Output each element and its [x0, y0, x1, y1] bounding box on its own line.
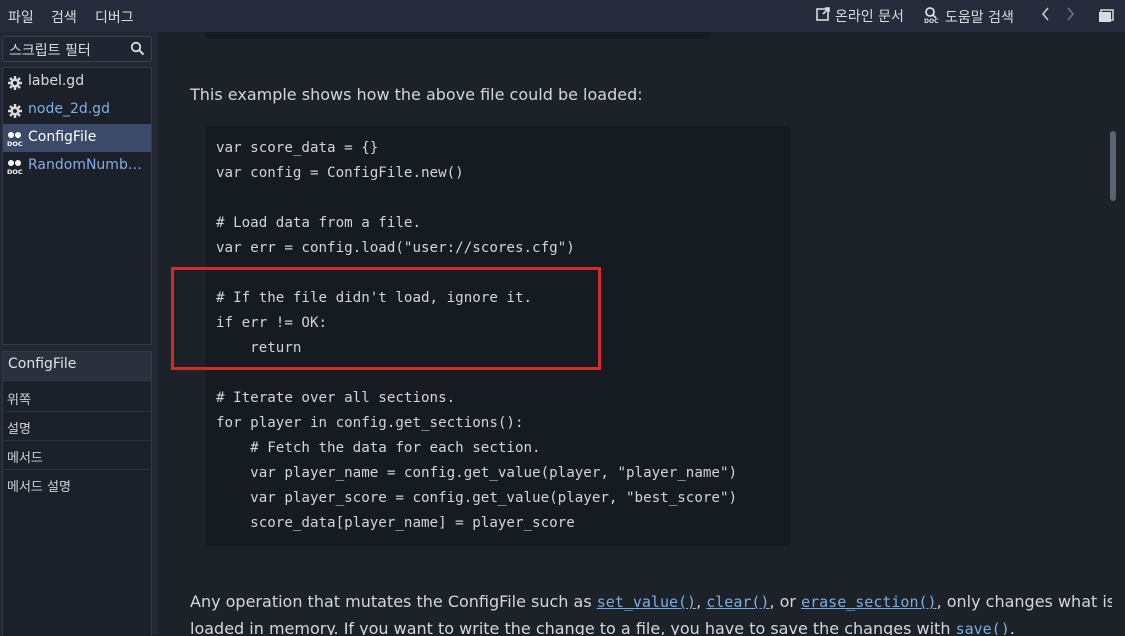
- svg-text:DOC: DOC: [7, 168, 23, 175]
- gear-icon: [7, 75, 23, 91]
- script-item-label-gd[interactable]: label.gd: [3, 68, 151, 96]
- script-item-randomnumbergenerator[interactable]: DOC RandomNumberGenerator: [3, 152, 151, 180]
- outline-title-label: ConfigFile: [8, 356, 77, 372]
- divider: [3, 440, 151, 441]
- outline-title: ConfigFile: [2, 351, 152, 379]
- online-docs-label: 온라인 문서: [835, 9, 904, 25]
- outline-item-methods[interactable]: 메서드: [7, 447, 43, 466]
- doc-paragraph-intro: This example shows how the above file co…: [190, 85, 643, 104]
- gear-icon: [7, 103, 23, 119]
- link-clear[interactable]: clear(): [706, 593, 769, 611]
- link-set-value[interactable]: set_value(): [597, 593, 696, 611]
- search-icon: [130, 41, 145, 60]
- script-item-name: label.gd: [28, 73, 85, 89]
- doc-icon: DOC: [7, 131, 23, 148]
- scrollbar[interactable]: [1112, 32, 1125, 635]
- outline-item-description[interactable]: 설명: [7, 418, 31, 437]
- divider: [3, 469, 151, 470]
- script-filter-input[interactable]: 스크립트 필터: [2, 36, 152, 62]
- highlight-box: [171, 267, 601, 370]
- script-item-name: ConfigFile: [28, 129, 97, 145]
- menu-search[interactable]: 검색: [51, 7, 77, 27]
- text: ,: [696, 592, 707, 611]
- help-search-button[interactable]: DOC 도움말 검색: [923, 6, 1014, 28]
- text: , only changes what is: [936, 592, 1112, 611]
- chevron-right-icon[interactable]: [1065, 6, 1075, 26]
- doc-search-icon: DOC: [923, 6, 941, 28]
- menu-file[interactable]: 파일: [8, 7, 34, 27]
- online-docs-button[interactable]: 온라인 문서: [815, 6, 904, 26]
- link-erase-section[interactable]: erase_section(): [801, 593, 936, 611]
- script-item-configfile[interactable]: DOC ConfigFile: [3, 124, 151, 152]
- distraction-free-icon[interactable]: [1098, 8, 1114, 27]
- text: Any operation that mutates the ConfigFil…: [190, 592, 597, 611]
- text: .: [1009, 619, 1015, 635]
- doc-paragraph-mutations: Any operation that mutates the ConfigFil…: [190, 592, 1112, 611]
- help-search-label: 도움말 검색: [945, 10, 1014, 26]
- outline-item-method-descriptions[interactable]: 메서드 설명: [7, 476, 71, 495]
- previous-code-block: [206, 32, 710, 39]
- chevron-left-icon[interactable]: [1041, 6, 1051, 26]
- script-item-node-2d-gd[interactable]: node_2d.gd: [3, 96, 151, 124]
- scrollbar-thumb[interactable]: [1110, 131, 1116, 201]
- text: , or: [769, 592, 802, 611]
- script-list: label.gd node_2d.gd DOC ConfigFile DOC R…: [2, 67, 152, 345]
- external-link-icon: [815, 6, 831, 26]
- menu-debug[interactable]: 디버그: [95, 7, 134, 27]
- top-bar: 파일 검색 디버그 온라인 문서 DOC 도움말 검색: [0, 0, 1125, 32]
- script-item-name: node_2d.gd: [28, 101, 110, 117]
- doc-paragraph-save: loaded in memory. If you want to write t…: [190, 619, 1015, 635]
- svg-text:DOC: DOC: [924, 18, 939, 24]
- link-save[interactable]: save(): [956, 620, 1010, 635]
- script-item-name: RandomNumberGenerator: [28, 157, 148, 173]
- divider: [3, 411, 151, 412]
- outline-list: 위쪽 설명 메서드 메서드 설명: [2, 380, 152, 636]
- script-filter-placeholder: 스크립트 필터: [9, 43, 91, 59]
- outline-item-top[interactable]: 위쪽: [7, 389, 31, 408]
- svg-text:DOC: DOC: [7, 140, 23, 147]
- text: loaded in memory. If you want to write t…: [190, 619, 956, 635]
- doc-icon: DOC: [7, 159, 23, 176]
